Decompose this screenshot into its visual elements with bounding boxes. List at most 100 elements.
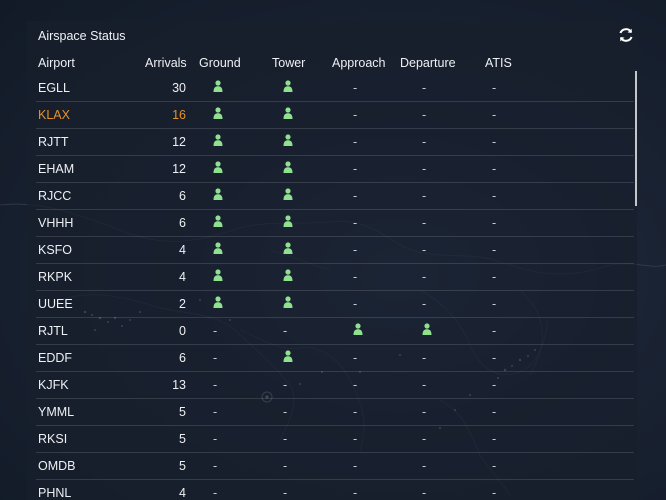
approach-empty: - <box>353 405 358 419</box>
table-row[interactable]: RJTT 12 - - - <box>36 129 634 156</box>
ground-empty: - <box>213 324 218 338</box>
arrivals-count: 12 <box>172 135 186 149</box>
table-row[interactable]: KSFO 4 - - - <box>36 237 634 264</box>
ground-controller-person-icon[interactable] <box>213 269 223 285</box>
atis-empty: - <box>492 162 497 176</box>
table-row[interactable]: EGLL 30 - - - <box>36 75 634 102</box>
atis-empty: - <box>492 189 497 203</box>
departure-empty: - <box>422 297 427 311</box>
table-row[interactable]: RJCC 6 - - - <box>36 183 634 210</box>
atis-empty: - <box>492 432 497 446</box>
approach-empty: - <box>353 351 358 365</box>
airport-code: EHAM <box>38 162 75 176</box>
tower-empty: - <box>283 405 288 419</box>
airport-code: RJTT <box>38 135 69 149</box>
column-ground[interactable]: Ground <box>199 56 241 70</box>
ground-empty: - <box>213 405 218 419</box>
approach-empty: - <box>353 135 358 149</box>
atis-empty: - <box>492 270 497 284</box>
table-row[interactable]: RKPK 4 - - - <box>36 264 634 291</box>
arrivals-count: 6 <box>179 216 186 230</box>
airport-code: KLAX <box>38 108 70 122</box>
table-row[interactable]: EHAM 12 - - - <box>36 156 634 183</box>
ground-controller-person-icon[interactable] <box>213 134 223 150</box>
table-row[interactable]: OMDB 5 - - - - - <box>36 453 634 480</box>
atis-empty: - <box>492 486 497 500</box>
column-airport[interactable]: Airport <box>38 56 75 70</box>
ground-controller-person-icon[interactable] <box>213 107 223 123</box>
departure-controller-person-icon[interactable] <box>422 323 432 339</box>
atis-empty: - <box>492 324 497 338</box>
refresh-icon[interactable] <box>617 26 635 44</box>
panel-header: Airspace Status <box>27 21 637 51</box>
tower-empty: - <box>283 486 288 500</box>
table-row[interactable]: RKSI 5 - - - - - <box>36 426 634 453</box>
approach-empty: - <box>353 378 358 392</box>
arrivals-count: 13 <box>172 378 186 392</box>
table-row[interactable]: YMML 5 - - - - - <box>36 399 634 426</box>
departure-empty: - <box>422 459 427 473</box>
arrivals-count: 4 <box>179 486 186 500</box>
arrivals-count: 16 <box>172 108 186 122</box>
departure-empty: - <box>422 432 427 446</box>
departure-empty: - <box>422 243 427 257</box>
arrivals-count: 5 <box>179 432 186 446</box>
tower-empty: - <box>283 324 288 338</box>
approach-empty: - <box>353 243 358 257</box>
approach-controller-person-icon[interactable] <box>353 323 363 339</box>
tower-controller-person-icon[interactable] <box>283 242 293 258</box>
table-row[interactable]: KJFK 13 - - - - - <box>36 372 634 399</box>
ground-controller-person-icon[interactable] <box>213 296 223 312</box>
departure-empty: - <box>422 378 427 392</box>
approach-empty: - <box>353 81 358 95</box>
tower-controller-person-icon[interactable] <box>283 134 293 150</box>
table-row[interactable]: PHNL 4 - - - - - <box>36 480 634 500</box>
approach-empty: - <box>353 216 358 230</box>
column-departure[interactable]: Departure <box>400 56 456 70</box>
table-header: Airport Arrivals Ground Tower Approach D… <box>27 51 637 75</box>
tower-controller-person-icon[interactable] <box>283 296 293 312</box>
column-arrivals[interactable]: Arrivals <box>145 56 187 70</box>
tower-controller-person-icon[interactable] <box>283 80 293 96</box>
tower-controller-person-icon[interactable] <box>283 161 293 177</box>
ground-controller-person-icon[interactable] <box>213 80 223 96</box>
airport-code: VHHH <box>38 216 74 230</box>
atis-empty: - <box>492 351 497 365</box>
table-row[interactable]: RJTL 0 - - - <box>36 318 634 345</box>
tower-controller-person-icon[interactable] <box>283 107 293 123</box>
airport-table-body: EGLL 30- - - KLAX 16- - - RJTT 12- - - EHAM 12- - - RJCC… <box>27 75 637 500</box>
ground-controller-person-icon[interactable] <box>213 215 223 231</box>
approach-empty: - <box>353 297 358 311</box>
tower-controller-person-icon[interactable] <box>283 215 293 231</box>
table-row[interactable]: UUEE 2 - - - <box>36 291 634 318</box>
arrivals-count: 5 <box>179 459 186 473</box>
table-row[interactable]: VHHH 6 - - - <box>36 210 634 237</box>
column-approach[interactable]: Approach <box>332 56 386 70</box>
departure-empty: - <box>422 486 427 500</box>
airport-code: RJTL <box>38 324 68 338</box>
tower-empty: - <box>283 378 288 392</box>
approach-empty: - <box>353 486 358 500</box>
table-row[interactable]: EDDF 6 - - - - <box>36 345 634 372</box>
airport-code: KSFO <box>38 243 73 257</box>
atis-empty: - <box>492 135 497 149</box>
approach-empty: - <box>353 459 358 473</box>
table-row[interactable]: KLAX 16 - - - <box>36 102 634 129</box>
ground-controller-person-icon[interactable] <box>213 161 223 177</box>
ground-empty: - <box>213 486 218 500</box>
column-tower[interactable]: Tower <box>272 56 305 70</box>
arrivals-count: 4 <box>179 270 186 284</box>
atis-empty: - <box>492 243 497 257</box>
ground-controller-person-icon[interactable] <box>213 188 223 204</box>
arrivals-count: 30 <box>172 81 186 95</box>
column-atis[interactable]: ATIS <box>485 56 512 70</box>
tower-controller-person-icon[interactable] <box>283 188 293 204</box>
scrollbar[interactable] <box>635 71 637 206</box>
tower-controller-person-icon[interactable] <box>283 269 293 285</box>
airport-code: RKPK <box>38 270 73 284</box>
ground-controller-person-icon[interactable] <box>213 242 223 258</box>
tower-controller-person-icon[interactable] <box>283 350 293 366</box>
atis-empty: - <box>492 405 497 419</box>
airport-code: RJCC <box>38 189 72 203</box>
ground-empty: - <box>213 459 218 473</box>
